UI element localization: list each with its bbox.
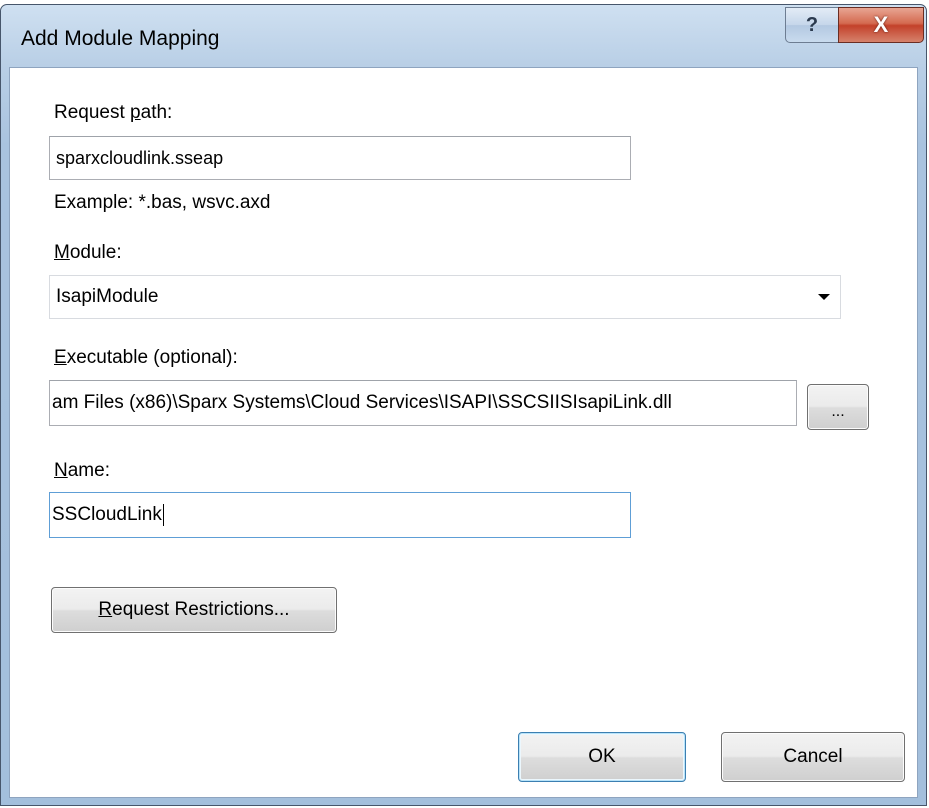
dialog-window: Add Module Mapping ? X Request path: spa… xyxy=(0,4,927,806)
request-restrictions-suffix: equest Restrictions... xyxy=(112,599,290,620)
close-button[interactable]: X xyxy=(838,7,924,43)
module-label-mnemonic: M xyxy=(54,242,70,263)
close-icon: X xyxy=(873,12,889,37)
name-label-mnemonic: N xyxy=(54,460,68,481)
ok-button-label: OK xyxy=(588,746,616,767)
cancel-button-label: Cancel xyxy=(783,746,843,767)
executable-input[interactable]: am Files (x86)\Sparx Systems\Cloud Servi… xyxy=(49,380,797,426)
executable-label-mnemonic: E xyxy=(54,347,67,368)
module-label-suffix: odule: xyxy=(69,242,122,263)
cancel-button[interactable]: Cancel xyxy=(721,732,905,782)
text-caret xyxy=(162,504,164,526)
request-restrictions-button[interactable]: Request Restrictions... xyxy=(51,587,337,633)
name-input[interactable]: SSCloudLink xyxy=(49,492,631,538)
module-selected-value: IsapiModule xyxy=(56,286,159,307)
browse-button-label: ... xyxy=(831,403,845,420)
request-restrictions-label: Request Restrictions... xyxy=(98,599,289,621)
executable-value: am Files (x86)\Sparx Systems\Cloud Servi… xyxy=(52,392,672,413)
name-label: Name: xyxy=(54,460,110,482)
name-value: SSCloudLink xyxy=(52,504,162,525)
browse-button[interactable]: ... xyxy=(807,384,869,430)
module-dropdown[interactable]: IsapiModule xyxy=(49,275,841,319)
request-path-label-prefix: Request xyxy=(54,102,131,123)
request-path-label-mnemonic: p xyxy=(130,102,141,123)
name-label-suffix: ame: xyxy=(67,460,110,481)
ok-button[interactable]: OK xyxy=(518,732,686,782)
help-button[interactable]: ? xyxy=(785,7,839,43)
dropdown-arrow-icon[interactable] xyxy=(818,294,830,300)
dialog-client-area: Request path: sparxcloudlink.sseap Examp… xyxy=(9,67,918,798)
request-path-input[interactable]: sparxcloudlink.sseap xyxy=(49,136,631,180)
title-bar[interactable]: Add Module Mapping ? X xyxy=(1,5,926,71)
request-path-example: Example: *.bas, wsvc.axd xyxy=(54,192,271,213)
executable-label: Executable (optional): xyxy=(54,347,238,369)
help-icon: ? xyxy=(805,13,819,36)
request-path-value: sparxcloudlink.sseap xyxy=(56,147,224,168)
request-restrictions-mnemonic: R xyxy=(98,599,113,620)
executable-label-suffix: xecutable (optional): xyxy=(66,347,238,368)
window-title: Add Module Mapping xyxy=(21,27,220,50)
request-path-label-suffix: ath: xyxy=(140,102,173,123)
module-label: Module: xyxy=(54,242,122,264)
request-path-label: Request path: xyxy=(54,102,172,124)
